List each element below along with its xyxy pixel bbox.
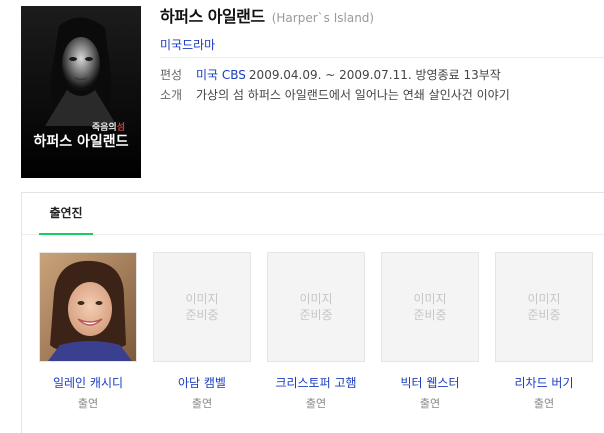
poster-tagline-2: 섬: [117, 121, 125, 133]
show-poster[interactable]: 죽음의섬 하퍼스 아일랜드: [21, 6, 141, 178]
tab-active-indicator: [39, 233, 93, 235]
cast-member-richard-burgi[interactable]: 이미지 준비중 리차드 버기 출연: [495, 252, 593, 411]
image-placeholder-text: 이미지 준비중: [268, 291, 364, 323]
poster-image: 죽음의섬 하퍼스 아일랜드: [21, 6, 141, 178]
placeholder-line-1: 이미지: [413, 292, 447, 306]
cast-section: 출연진 일레인 캐시디 출연 이미지 준비중 아담 캠벨 출연 이미지 준비중 …: [21, 192, 604, 433]
cast-name[interactable]: 빅터 웹스터: [381, 374, 479, 391]
cast-photo-placeholder[interactable]: 이미지 준비중: [381, 252, 479, 362]
poster-tagline-1: 죽음의: [92, 121, 117, 133]
cast-member-christopher-gorham[interactable]: 이미지 준비중 크리스토퍼 고햄 출연: [267, 252, 365, 411]
cast-photo-image: [40, 253, 136, 361]
broadcast-row: 편성 미국 CBS 2009.04.09. ~ 2009.07.11. 방영종료 1…: [160, 66, 501, 83]
cast-name[interactable]: 일레인 캐시디: [39, 374, 137, 391]
tab-cast-label: 출연진: [49, 206, 83, 220]
cast-member-elaine-cassidy[interactable]: 일레인 캐시디 출연: [39, 252, 137, 411]
cast-name[interactable]: 리차드 버기: [495, 374, 593, 391]
placeholder-line-2: 준비중: [527, 308, 561, 322]
cast-photo-placeholder[interactable]: 이미지 준비중: [495, 252, 593, 362]
cast-photo-placeholder[interactable]: 이미지 준비중: [267, 252, 365, 362]
show-title-english: (Harper`s Island): [271, 11, 375, 25]
cast-role: 출연: [419, 397, 441, 410]
svg-text:죽음의섬: 죽음의섬: [92, 121, 125, 133]
cast-role: 출연: [305, 397, 327, 410]
broadcast-label: 편성: [160, 68, 183, 82]
tab-cast[interactable]: 출연진: [39, 193, 93, 235]
broadcast-period: 2009.04.09. ~ 2009.07.11. 방영종료 13부작: [248, 68, 501, 82]
summary-text: 가상의 섬 하퍼스 아일랜드에서 일어나는 연쇄 살인사건 이야기: [196, 88, 510, 102]
cast-photo[interactable]: [39, 252, 137, 362]
summary-row: 소개 가상의 섬 하퍼스 아일랜드에서 일어나는 연쇄 살인사건 이야기: [160, 86, 510, 103]
network-link[interactable]: 미국 CBS: [196, 68, 246, 82]
title-row: 하퍼스 아일랜드 (Harper`s Island): [160, 3, 374, 27]
poster-logo-text: 하퍼스 아일랜드: [33, 133, 128, 150]
cast-role: 출연: [77, 397, 99, 410]
genre-link[interactable]: 미국드라마: [160, 36, 215, 53]
placeholder-line-1: 이미지: [185, 292, 219, 306]
info-divider: [160, 57, 604, 58]
placeholder-line-2: 준비중: [413, 308, 447, 322]
cast-tab-bar: 출연진: [22, 193, 604, 235]
cast-photo-placeholder[interactable]: 이미지 준비중: [153, 252, 251, 362]
image-placeholder-text: 이미지 준비중: [154, 291, 250, 323]
placeholder-line-1: 이미지: [299, 292, 333, 306]
summary-label: 소개: [160, 88, 183, 102]
cast-role: 출연: [533, 397, 555, 410]
show-title: 하퍼스 아일랜드: [160, 7, 265, 26]
cast-list: 일레인 캐시디 출연 이미지 준비중 아담 캠벨 출연 이미지 준비중 크리스토…: [39, 252, 604, 412]
placeholder-line-2: 준비중: [299, 308, 333, 322]
cast-role: 출연: [191, 397, 213, 410]
image-placeholder-text: 이미지 준비중: [496, 291, 592, 323]
placeholder-line-1: 이미지: [527, 292, 561, 306]
image-placeholder-text: 이미지 준비중: [382, 291, 478, 323]
cast-name[interactable]: 아담 캠벨: [153, 374, 251, 391]
cast-name[interactable]: 크리스토퍼 고햄: [267, 374, 365, 391]
placeholder-line-2: 준비중: [185, 308, 219, 322]
cast-member-adam-campbell[interactable]: 이미지 준비중 아담 캠벨 출연: [153, 252, 251, 411]
cast-member-victor-webster[interactable]: 이미지 준비중 빅터 웹스터 출연: [381, 252, 479, 411]
